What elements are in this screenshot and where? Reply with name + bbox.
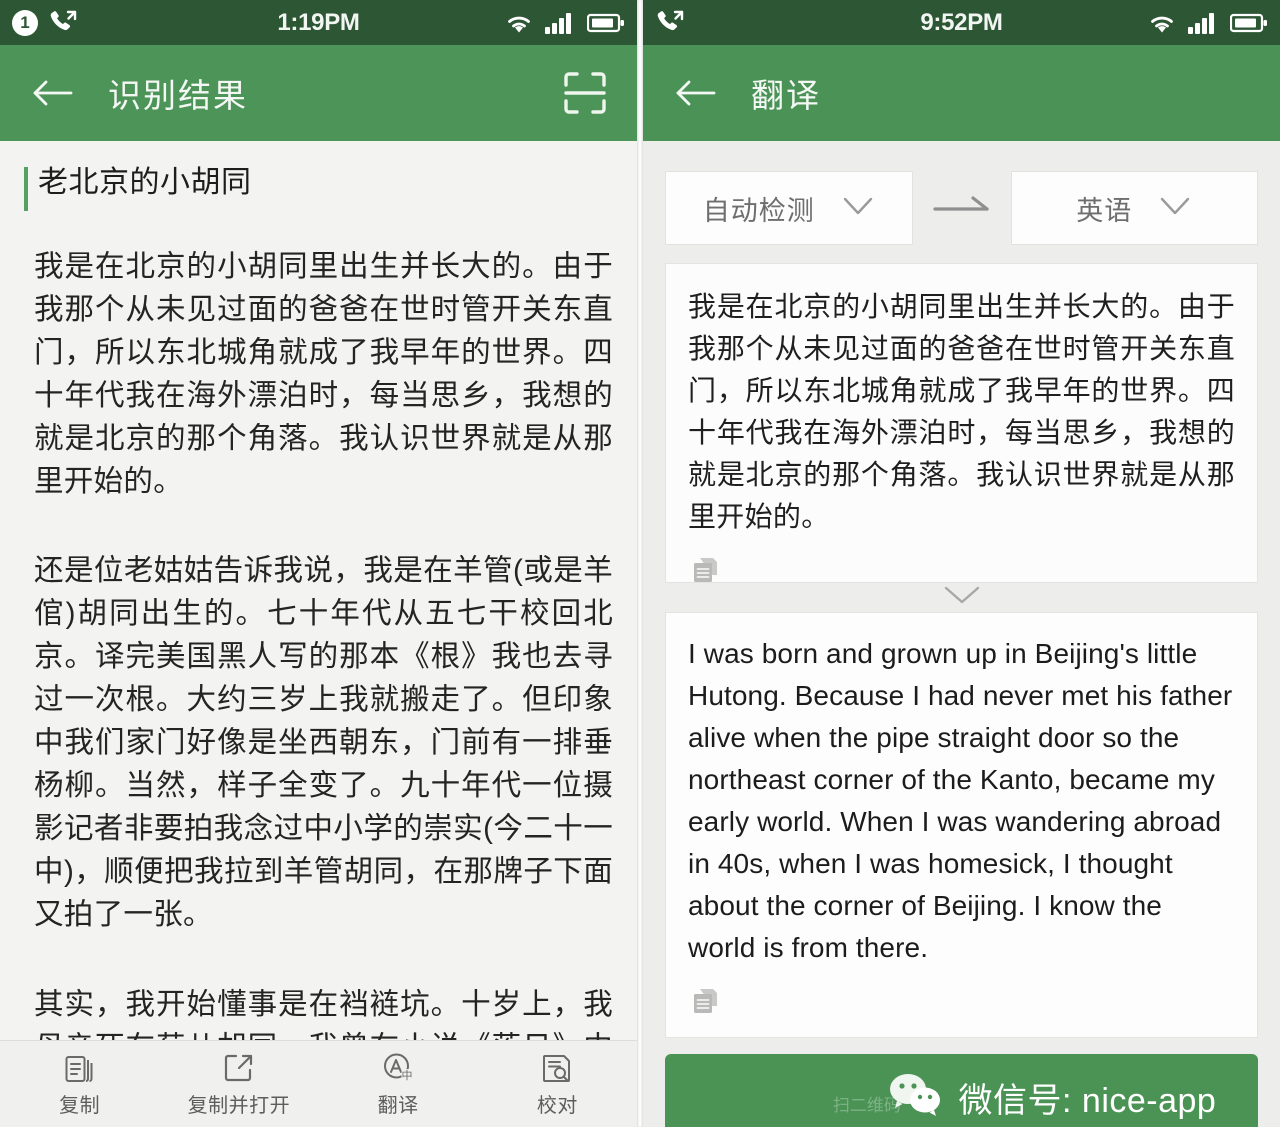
expand-toggle[interactable]: [665, 583, 1258, 612]
ocr-result-body[interactable]: 老北京的小胡同 我是在北京的小胡同里出生并长大的。由于我那个从未见过面的爸爸在世…: [0, 141, 637, 1040]
share-export-icon: [222, 1051, 256, 1085]
toolbar-item-proofread[interactable]: 校对: [478, 1041, 637, 1127]
proofread-document-search-icon: [540, 1051, 574, 1085]
left-status-time: 1:19PM: [277, 8, 360, 36]
dual-screenshot-container: 1 1:19PM 识别结果 老北京的小胡同 我是在北京的小胡同里出生并长大的。由…: [0, 0, 1280, 1127]
call-forward-icon: [48, 9, 78, 37]
language-selector-row: 自动检测 英语: [665, 171, 1258, 245]
target-language-label: 英语: [1076, 195, 1133, 226]
source-text-panel[interactable]: 我是在北京的小胡同里出生并长大的。由于我那个从未见过面的爸爸在世时管开关东直门，…: [665, 263, 1258, 583]
toolbar-item-copy-and-open[interactable]: 复制并打开: [159, 1041, 318, 1127]
right-status-right-icons: [1118, 11, 1268, 35]
source-language-label: 自动检测: [702, 195, 815, 226]
source-language-select[interactable]: 自动检测: [665, 171, 913, 245]
wechat-logo-icon: [885, 1069, 945, 1126]
left-status-right-icons: [475, 11, 625, 35]
right-phone-screen: 9:52PM 翻译 自动检测 英语 我是在北京的小胡同里出生并长大的。由于我那个…: [643, 0, 1280, 1127]
battery-icon: [587, 12, 625, 34]
back-arrow-icon: [31, 77, 73, 109]
bottom-toolbar: 复制 复制并打开 中 翻译 校对: [0, 1040, 637, 1127]
source-text: 我是在北京的小胡同里出生并长大的。由于我那个从未见过面的爸爸在世时管开关东直门，…: [688, 291, 1235, 532]
call-forward-icon: [655, 9, 685, 37]
wechat-promo-banner[interactable]: 扫二维码 微信号: nice-app: [665, 1054, 1258, 1127]
back-arrow-icon: [674, 77, 716, 109]
ocr-paragraph: 我是在北京的小胡同里出生并长大的。由于我那个从未见过面的爸爸在世时管开关东直门，…: [34, 249, 613, 498]
language-direction-arrow: [913, 193, 1011, 224]
back-button[interactable]: [673, 71, 717, 115]
scan-frame-icon: [560, 68, 610, 118]
scan-button[interactable]: [559, 67, 611, 119]
translation-text: I was born and grown up in Beijing's lit…: [688, 638, 1233, 963]
left-status-bar: 1 1:19PM: [0, 0, 637, 45]
left-status-left-icons: 1: [12, 9, 162, 37]
chevron-down-icon: [1158, 195, 1192, 222]
ocr-paragraph: 其实，我开始懂事是在裆裢坑。十岁上，我母亲死在菊儿胡同。我曾在小说《落日》中描写…: [34, 987, 613, 1040]
translation-result-panel[interactable]: I was born and grown up in Beijing's lit…: [665, 612, 1258, 1038]
ocr-paragraph: 还是位老姑姑告诉我说，我是在羊管(或是羊倌)胡同出生的。七十年代从五七干校回北京…: [34, 553, 613, 932]
right-navbar: 翻译: [643, 45, 1280, 141]
right-status-left-icons: [655, 9, 805, 37]
battery-icon: [1230, 12, 1268, 34]
toolbar-item-copy[interactable]: 复制: [0, 1041, 159, 1127]
unread-badge: 1: [12, 9, 38, 36]
toolbar-label: 复制: [59, 1094, 101, 1117]
ocr-title-row: 老北京的小胡同: [24, 163, 613, 211]
promo-text: 微信号: nice-app: [958, 1081, 1217, 1120]
back-button[interactable]: [30, 71, 74, 115]
right-status-bar: 9:52PM: [643, 0, 1280, 45]
left-phone-screen: 1 1:19PM 识别结果 老北京的小胡同 我是在北京的小胡同里出生并长大的。由…: [0, 0, 637, 1127]
chevron-down-icon: [941, 583, 983, 612]
toolbar-label: 校对: [536, 1094, 578, 1117]
wifi-icon: [1146, 11, 1178, 35]
signal-bars-icon: [1187, 11, 1221, 35]
toolbar-item-translate[interactable]: 中 翻译: [319, 1041, 478, 1127]
toolbar-label: 翻译: [377, 1094, 419, 1117]
copy-translation-button[interactable]: [688, 983, 728, 1023]
left-navbar: 识别结果: [0, 45, 637, 141]
svg-text:中: 中: [402, 1069, 413, 1082]
wifi-icon: [503, 11, 535, 35]
copy-stacked-pages-icon: [63, 1051, 97, 1085]
right-status-time: 9:52PM: [920, 8, 1003, 36]
arrow-right-icon: [931, 193, 993, 224]
toolbar-label: 复制并打开: [187, 1094, 291, 1117]
target-language-select[interactable]: 英语: [1010, 171, 1258, 245]
translate-body: 自动检测 英语 我是在北京的小胡同里出生并长大的。由于我那个从未见过面的爸爸在世…: [643, 141, 1280, 1127]
translate-a-zhong-icon: 中: [381, 1051, 415, 1085]
page-title: 翻译: [751, 77, 821, 114]
signal-bars-icon: [544, 11, 578, 35]
page-title: 识别结果: [108, 77, 248, 114]
ocr-title: 老北京的小胡同: [38, 166, 252, 199]
copy-stacked-pages-icon: [688, 983, 724, 1024]
text-caret: [24, 167, 28, 211]
result-panel-footer: [688, 983, 1235, 1023]
chevron-down-icon: [841, 195, 875, 222]
